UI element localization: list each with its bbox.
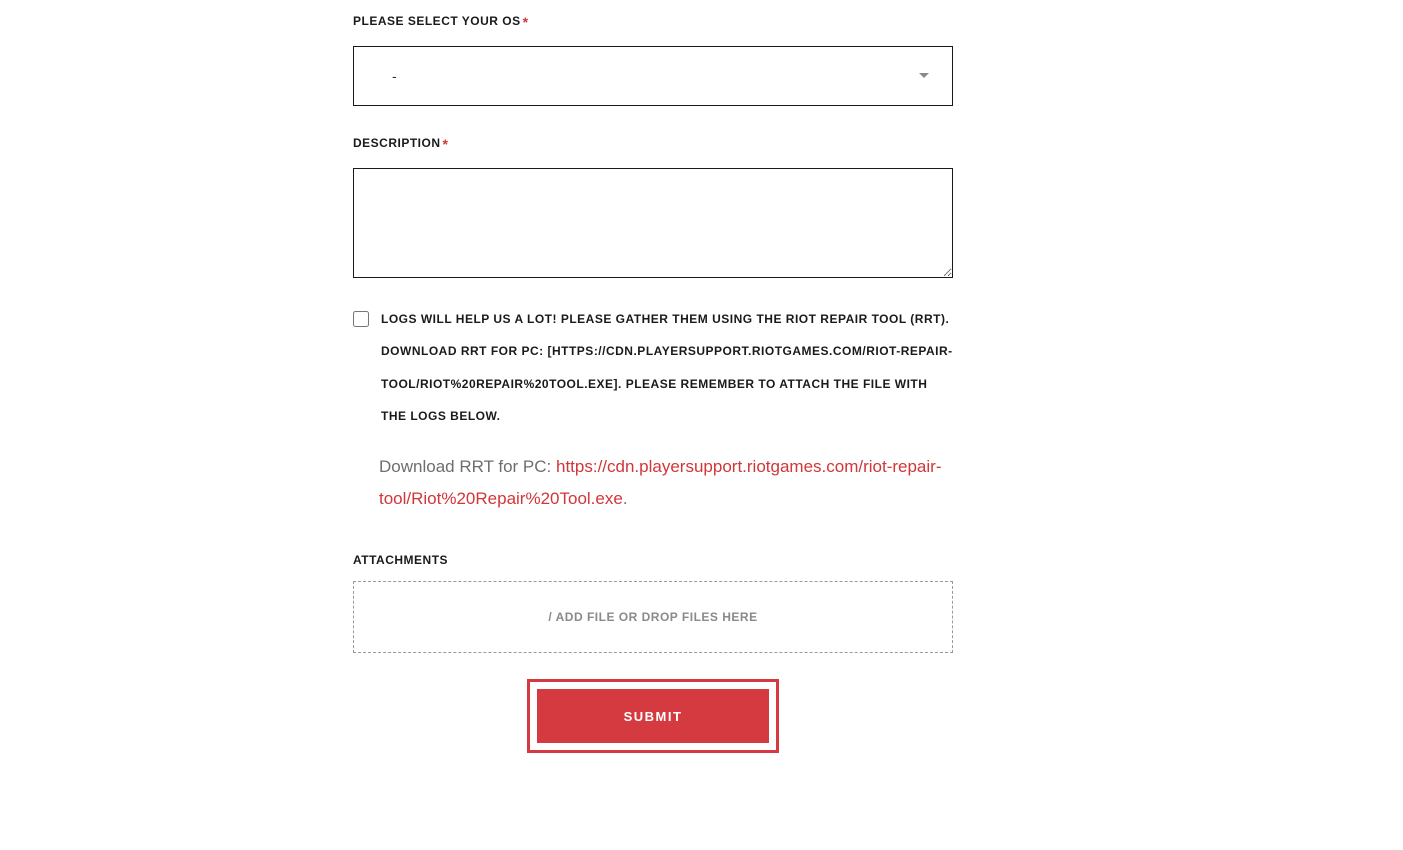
attachments-dropzone[interactable]: / ADD FILE OR DROP FILES HERE bbox=[353, 581, 953, 653]
helper-suffix: . bbox=[623, 489, 628, 508]
os-label: PLEASE SELECT YOUR OS* bbox=[353, 14, 529, 30]
description-label: DESCRIPTION* bbox=[353, 136, 448, 152]
logs-checkbox[interactable] bbox=[353, 311, 369, 327]
submit-highlight-box: SUBMIT bbox=[527, 679, 779, 753]
os-select-value: - bbox=[392, 68, 397, 84]
submit-button[interactable]: SUBMIT bbox=[537, 689, 769, 743]
dropzone-text: / ADD FILE OR DROP FILES HERE bbox=[548, 610, 757, 624]
description-field-group: DESCRIPTION* bbox=[353, 134, 953, 283]
attachments-label: ATTACHMENTS bbox=[353, 553, 953, 567]
os-select[interactable]: - bbox=[353, 46, 953, 106]
logs-checkbox-label: LOGS WILL HELP US A LOT! PLEASE GATHER T… bbox=[381, 303, 953, 433]
os-label-text: PLEASE SELECT YOUR OS bbox=[353, 14, 521, 28]
os-select-wrapper: - bbox=[353, 46, 953, 106]
submit-wrapper: SUBMIT bbox=[353, 679, 953, 753]
download-helper-text: Download RRT for PC: https://cdn.players… bbox=[379, 451, 953, 516]
submit-button-label: SUBMIT bbox=[624, 709, 683, 724]
os-field-group: PLEASE SELECT YOUR OS* - bbox=[353, 12, 953, 106]
support-form: PLEASE SELECT YOUR OS* - DESCRIPTION* LO… bbox=[353, 12, 953, 753]
helper-prefix: Download RRT for PC: bbox=[379, 457, 556, 476]
description-textarea[interactable] bbox=[353, 168, 953, 278]
description-label-text: DESCRIPTION bbox=[353, 136, 441, 150]
logs-checkbox-row: LOGS WILL HELP US A LOT! PLEASE GATHER T… bbox=[353, 311, 953, 433]
required-asterisk: * bbox=[523, 14, 529, 30]
required-asterisk: * bbox=[443, 136, 449, 152]
